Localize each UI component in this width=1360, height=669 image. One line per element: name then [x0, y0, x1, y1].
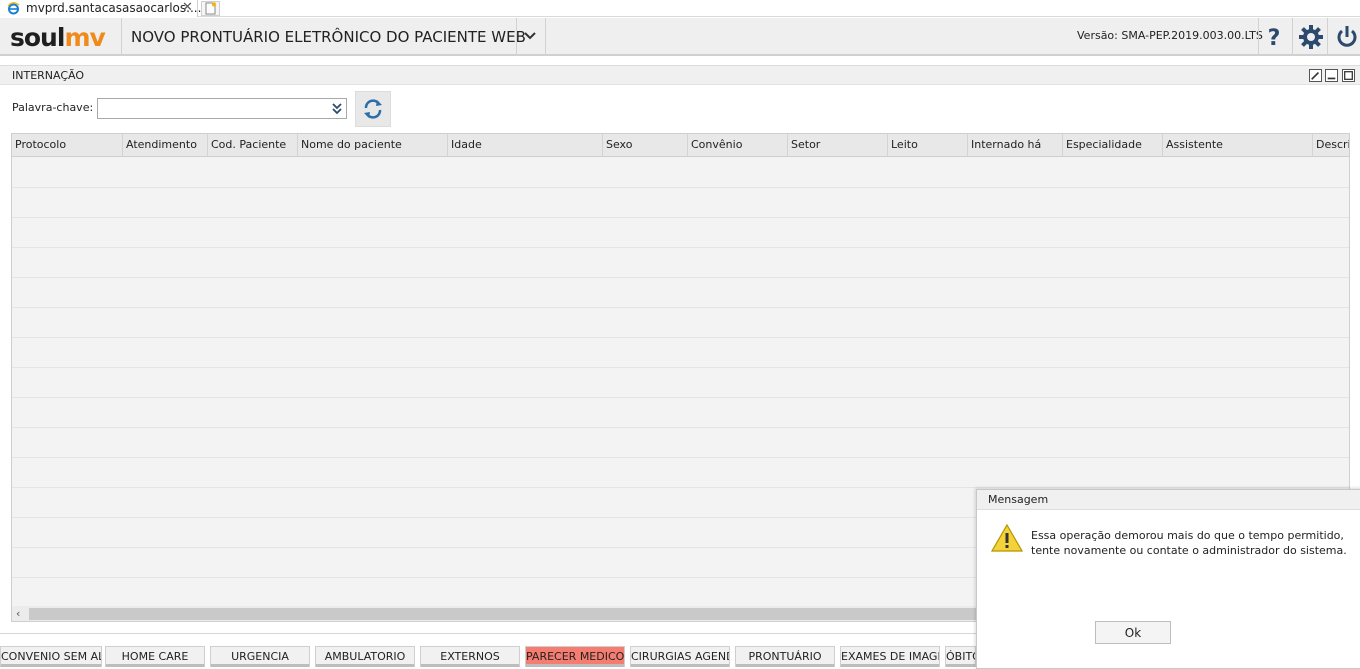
empty-row [12, 338, 1349, 368]
refresh-icon [364, 99, 382, 119]
grid-header: Protocolo Atendimento Cod. Paciente Nome… [12, 134, 1349, 157]
empty-row [12, 248, 1349, 278]
gear-icon[interactable] [1298, 24, 1324, 50]
empty-row [12, 158, 1349, 188]
svg-text:?: ? [1268, 26, 1281, 50]
power-icon[interactable] [1334, 24, 1360, 50]
column-header[interactable]: Internado há [968, 134, 1063, 157]
new-tab-icon [205, 2, 216, 15]
browser-tab[interactable]: mvprd.santacasasaocarlos.... ✕ [0, 0, 202, 17]
column-header[interactable]: Assistente [1163, 134, 1313, 157]
empty-row [12, 308, 1349, 338]
dialog-header: Mensagem [977, 490, 1360, 510]
browser-tab-strip: mvprd.santacasasaocarlos.... ✕ [0, 0, 1360, 17]
scroll-left-icon[interactable]: ‹ [16, 607, 20, 620]
header-divider [121, 18, 122, 56]
message-dialog: Mensagem Essa operação demorou mais do q… [976, 489, 1360, 669]
tab-home-care[interactable]: HOME CARE [105, 646, 205, 667]
close-tab-icon[interactable]: ✕ [182, 0, 193, 15]
header-divider [1292, 18, 1293, 56]
tab-cirurgias-agendadas[interactable]: CIRURGIAS AGENDADAS [630, 646, 730, 667]
soulmv-logo: soulmv [10, 23, 106, 52]
panel-header: INTERNAÇÃO [0, 65, 1360, 85]
app-title: NOVO PRONTUÁRIO ELETRÔNICO DO PACIENTE W… [131, 28, 526, 46]
column-header[interactable]: Sexo [603, 134, 688, 157]
ok-button[interactable]: Ok [1095, 621, 1171, 644]
column-header[interactable]: Convênio [688, 134, 788, 157]
column-header[interactable]: Descriç [1313, 134, 1349, 157]
minimize-icon[interactable] [1325, 69, 1338, 82]
header-divider [1258, 18, 1259, 56]
header-divider [545, 18, 546, 56]
edit-icon[interactable] [1309, 69, 1322, 82]
browser-tab-title: mvprd.santacasasaocarlos.... [26, 1, 202, 15]
empty-row [12, 368, 1349, 398]
column-header[interactable]: Atendimento [123, 134, 208, 157]
empty-row [12, 188, 1349, 218]
tab-parecer-medico[interactable]: PARECER MEDICO [525, 646, 625, 667]
help-icon[interactable]: ? [1261, 24, 1287, 50]
refresh-button[interactable] [355, 91, 391, 127]
tab-exames-de-imagem[interactable]: EXAMES DE IMAGEM [840, 646, 940, 667]
header-divider [516, 18, 517, 56]
tab-prontuario[interactable]: PRONTUÁRIO [735, 646, 835, 667]
column-header[interactable]: Leito [888, 134, 968, 157]
double-chevron-down-icon[interactable] [330, 101, 344, 116]
empty-row [12, 398, 1349, 428]
maximize-icon[interactable] [1342, 69, 1355, 82]
header-divider [1327, 18, 1328, 56]
column-header[interactable]: Cod. Paciente [208, 134, 298, 157]
empty-row [12, 458, 1349, 488]
keyword-combobox[interactable] [97, 98, 347, 119]
chevron-down-icon[interactable] [520, 26, 540, 46]
column-header[interactable]: Nome do paciente [298, 134, 448, 157]
keyword-label: Palavra-chave: [12, 101, 94, 114]
tab-externos[interactable]: EXTERNOS [420, 646, 520, 667]
dialog-message: Essa operação demorou mais do que o temp… [1031, 529, 1347, 557]
new-tab-button[interactable] [201, 1, 220, 16]
tab-ambulatorio[interactable]: AMBULATORIO [315, 646, 415, 667]
column-header[interactable]: Especialidade [1063, 134, 1163, 157]
ie-icon [7, 2, 20, 15]
warning-icon [991, 523, 1023, 552]
dialog-title: Mensagem [988, 493, 1049, 506]
app-header: soulmv NOVO PRONTUÁRIO ELETRÔNICO DO PAC… [0, 18, 1360, 56]
column-header[interactable]: Idade [448, 134, 603, 157]
column-header[interactable]: Protocolo [12, 134, 123, 157]
panel-title: INTERNAÇÃO [12, 69, 85, 82]
tab-obito[interactable]: ÓBITO [945, 646, 976, 667]
tab-convenio-sem-alta[interactable]: CONVENIO SEM ALTA [0, 646, 102, 667]
column-header[interactable]: Setor [788, 134, 888, 157]
empty-row [12, 428, 1349, 458]
tab-urgencia[interactable]: URGENCIA [210, 646, 310, 667]
empty-row [12, 278, 1349, 308]
version-label: Versão: SMA-PEP.2019.003.00.LTS [1077, 29, 1263, 42]
empty-row [12, 218, 1349, 248]
scrollbar-thumb[interactable] [29, 608, 1089, 620]
